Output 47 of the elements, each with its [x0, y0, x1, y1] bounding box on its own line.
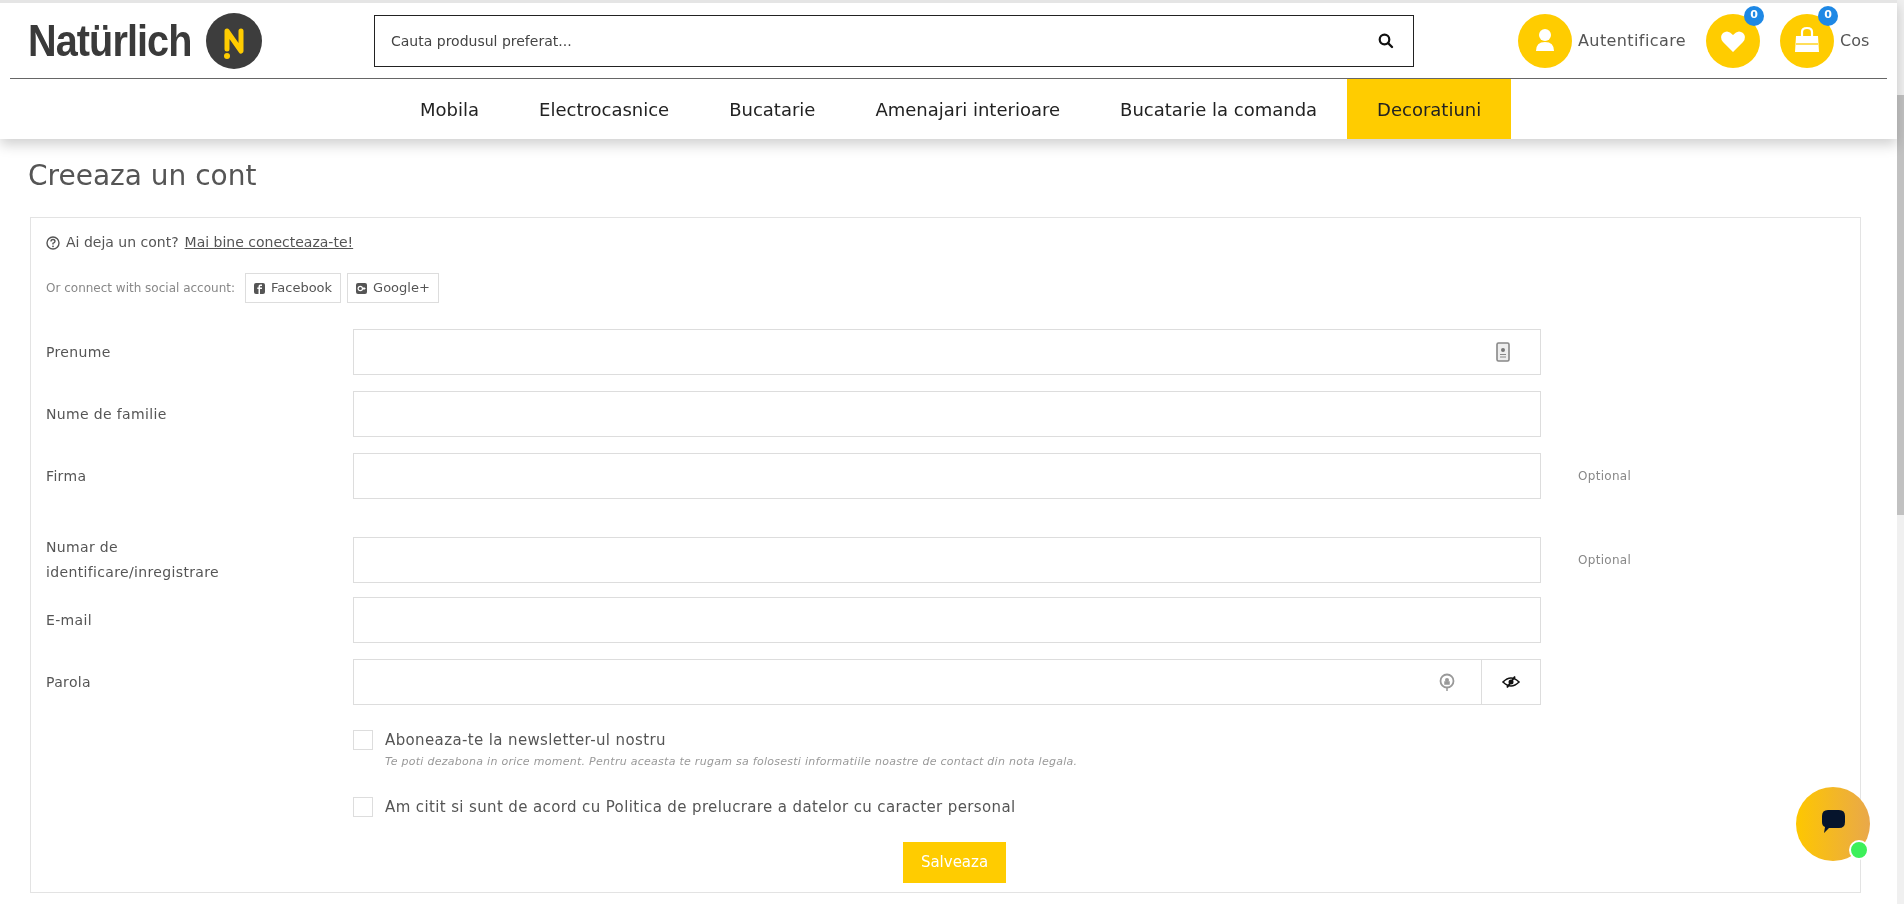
text-field[interactable] — [353, 391, 1541, 437]
field-label: E-mail — [46, 610, 93, 630]
nav-tab[interactable]: Electrocasnice — [509, 79, 700, 139]
account-question: Ai deja un cont? — [66, 233, 179, 252]
text-field[interactable] — [353, 329, 1541, 375]
checkbox[interactable] — [353, 730, 373, 751]
password-field[interactable] — [353, 659, 1541, 705]
search-icon — [1378, 32, 1394, 49]
login-link[interactable]: Autentificare — [1578, 28, 1686, 53]
nav-tab[interactable]: Decoratiuni — [1347, 79, 1512, 139]
field-label: Parola — [46, 672, 92, 692]
nav-tab[interactable]: Bucatarie — [699, 79, 846, 139]
cart-count: 0 — [1818, 5, 1838, 26]
checkbox-label[interactable]: Aboneaza-te la newsletter-ul nostru — [385, 729, 666, 752]
contact-card-icon — [1496, 342, 1510, 362]
nav-tab[interactable]: Bucatarie la comanda — [1090, 79, 1348, 139]
search-field[interactable]: Cauta produsul preferat... — [374, 14, 1414, 67]
facebook-icon — [254, 282, 265, 294]
nav-tab[interactable]: Amenajari interioare — [845, 79, 1091, 139]
page-title: Creeaza un cont — [28, 158, 258, 194]
field-label: Prenume — [46, 342, 112, 362]
field-label: Nume de familie — [46, 404, 168, 424]
field-label: Firma — [46, 466, 88, 486]
wishlist-count: 0 — [1744, 5, 1764, 26]
field-label: Numar de identificare/inregistrare — [46, 538, 221, 582]
eye-slash-icon[interactable] — [1502, 676, 1520, 688]
text-field[interactable] — [353, 453, 1541, 499]
logo-icon[interactable] — [205, 12, 262, 69]
text-field[interactable] — [353, 597, 1541, 643]
nav-tab[interactable]: Mobila — [390, 79, 510, 139]
login-link[interactable]: Mai bine conecteaza-te! — [184, 232, 354, 253]
social-login-button[interactable]: Facebook — [245, 273, 342, 303]
cart-link[interactable]: Cos — [1840, 28, 1870, 53]
social-login-button[interactable]: Google+ — [347, 273, 439, 303]
checkbox[interactable] — [353, 797, 373, 818]
social-label: Or connect with social account: — [46, 280, 235, 297]
optional-note: Optional — [1578, 552, 1632, 569]
text-field[interactable] — [353, 537, 1541, 583]
hint-text: Te poti dezabona in orice moment. Pentru aceasta te rugam sa folosesti informatiile noastre de contact din nota legala. — [385, 753, 1079, 770]
scrollbar[interactable] — [1897, 0, 1904, 904]
optional-note: Optional — [1578, 468, 1632, 485]
key-icon — [1439, 672, 1455, 692]
checkbox-label[interactable]: Am citit si sunt de acord cu Politica de prelucrare a datelor cu caracter personal — [385, 796, 1016, 819]
help-icon — [46, 235, 60, 250]
user-icon[interactable] — [1518, 13, 1572, 68]
logo-text[interactable]: Natürlich — [28, 7, 192, 74]
google-plus-icon — [356, 282, 368, 294]
